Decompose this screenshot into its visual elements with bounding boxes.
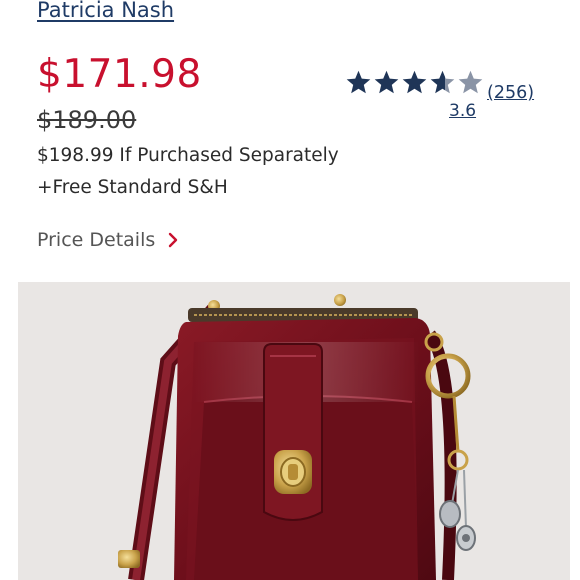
brand-link[interactable]: Patricia Nash <box>37 0 174 22</box>
star-icon <box>374 70 399 94</box>
original-price: $189.00 <box>37 106 137 134</box>
star-rating <box>345 69 484 96</box>
bag-illustration <box>18 282 570 580</box>
review-count-link[interactable]: (256) <box>487 83 534 103</box>
rating-summary[interactable]: (256) <box>345 69 534 103</box>
price-details-link[interactable]: Price Details <box>37 229 181 251</box>
chevron-right-icon <box>169 232 178 248</box>
shipping-note: +Free Standard S&H <box>37 177 228 198</box>
product-image[interactable] <box>18 282 570 580</box>
sale-price: $171.98 <box>37 52 202 97</box>
average-rating[interactable]: 3.6 <box>449 101 476 121</box>
separate-price-note: $198.99 If Purchased Separately <box>37 145 339 166</box>
star-icon <box>346 70 371 94</box>
price-details-label: Price Details <box>37 229 156 251</box>
star-icon <box>402 70 427 94</box>
star-icon <box>458 70 483 94</box>
star-icon <box>430 70 455 94</box>
